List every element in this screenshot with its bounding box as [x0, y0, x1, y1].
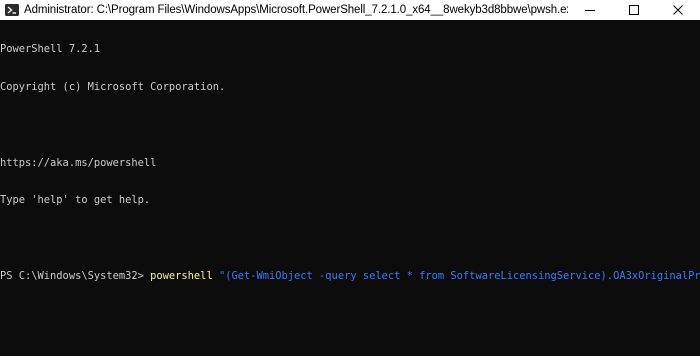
minimize-icon [585, 10, 595, 11]
prompt: PS C:\Windows\System32> [0, 269, 151, 282]
close-icon [673, 5, 683, 15]
caption-buttons [568, 0, 700, 20]
window-title: Administrator: C:\Program Files\WindowsA… [24, 4, 568, 16]
maximize-icon [629, 5, 639, 15]
copyright-line: Copyright (c) Microsoft Corporation. [0, 80, 226, 93]
terminal-output[interactable]: PowerShell 7.2.1 Copyright (c) Microsoft… [0, 18, 700, 356]
title-bar[interactable]: Administrator: C:\Program Files\WindowsA… [0, 0, 700, 20]
powershell-icon[interactable] [5, 4, 19, 16]
help-line: Type 'help' to get help. [0, 194, 151, 207]
url-line: https://aka.ms/powershell [0, 156, 157, 169]
command-argument: "(Get-WmiObject -query select * from Sof… [218, 269, 700, 282]
command-name: powershell [150, 269, 213, 282]
version-line: PowerShell 7.2.1 [0, 43, 101, 56]
close-button[interactable] [656, 0, 700, 20]
maximize-button[interactable] [612, 0, 656, 20]
terminal-window: Administrator: C:\Program Files\WindowsA… [0, 0, 700, 356]
command-line[interactable]: PS C:\Windows\System32> powershell "(Get… [0, 270, 700, 283]
minimize-button[interactable] [568, 0, 612, 20]
